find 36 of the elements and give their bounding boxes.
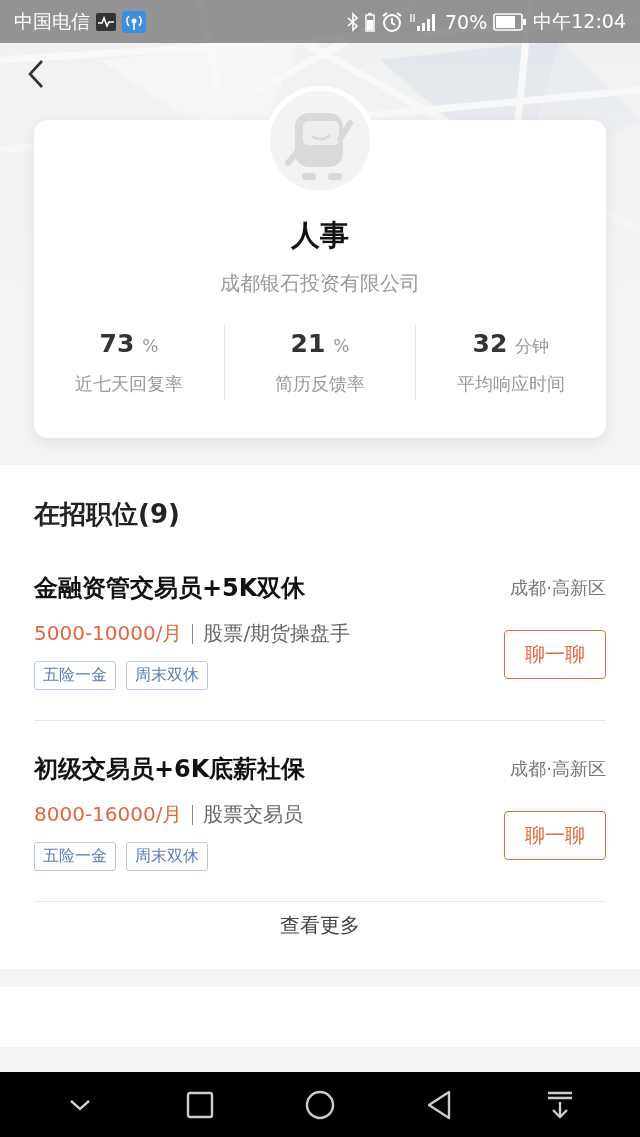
hotspot-icon [122,10,146,33]
chat-button[interactable]: 聊一聊 [504,811,606,860]
bluetooth-icon [347,11,359,32]
benefit-tag: 五险一金 [34,842,116,871]
stat-value: 32 [472,329,508,358]
company-name: 成都银石投资有限公司 [220,270,420,297]
alarm-icon [381,10,403,33]
job-title[interactable]: 金融资管交易员+5K双休 [34,572,504,604]
carrier-name: 中国电信 [14,8,90,34]
stat-unit: % [142,336,159,356]
salary-range: 8000-16000/月 [34,801,183,828]
stat-value: 73 [99,329,135,358]
activity-icon [96,12,116,31]
section-title: 在招职位(9) [34,498,181,531]
job-title[interactable]: 初级交易员+6K底薪社保 [34,753,504,785]
stat-value: 21 [290,329,326,358]
job-category: 股票交易员 [203,801,304,828]
job-category: 股票/期货操盘手 [203,620,351,647]
job-location: 成都·高新区 [510,576,606,600]
battery-percent: 70% [445,10,488,33]
stat-label: 近七天回复率 [75,372,183,396]
benefit-tag: 周末双休 [126,661,208,690]
see-more-link[interactable]: 查看更多 [280,912,360,939]
battery-icon [493,12,528,31]
job-location: 成都·高新区 [510,757,606,781]
stat-label: 简历反馈率 [275,372,365,396]
chat-button[interactable]: 聊一聊 [504,630,606,679]
stat-unit: 分钟 [515,335,550,358]
battery-small-icon [365,11,375,32]
stat-unit: % [333,336,350,356]
salary-range: 5000-10000/月 [34,620,183,647]
benefit-tag: 周末双休 [126,842,208,871]
stat-label: 平均响应时间 [457,372,565,396]
benefit-tag: 五险一金 [34,661,116,690]
contact-name: 人事 [291,217,349,254]
clock-time: 中午12:04 [533,8,626,34]
